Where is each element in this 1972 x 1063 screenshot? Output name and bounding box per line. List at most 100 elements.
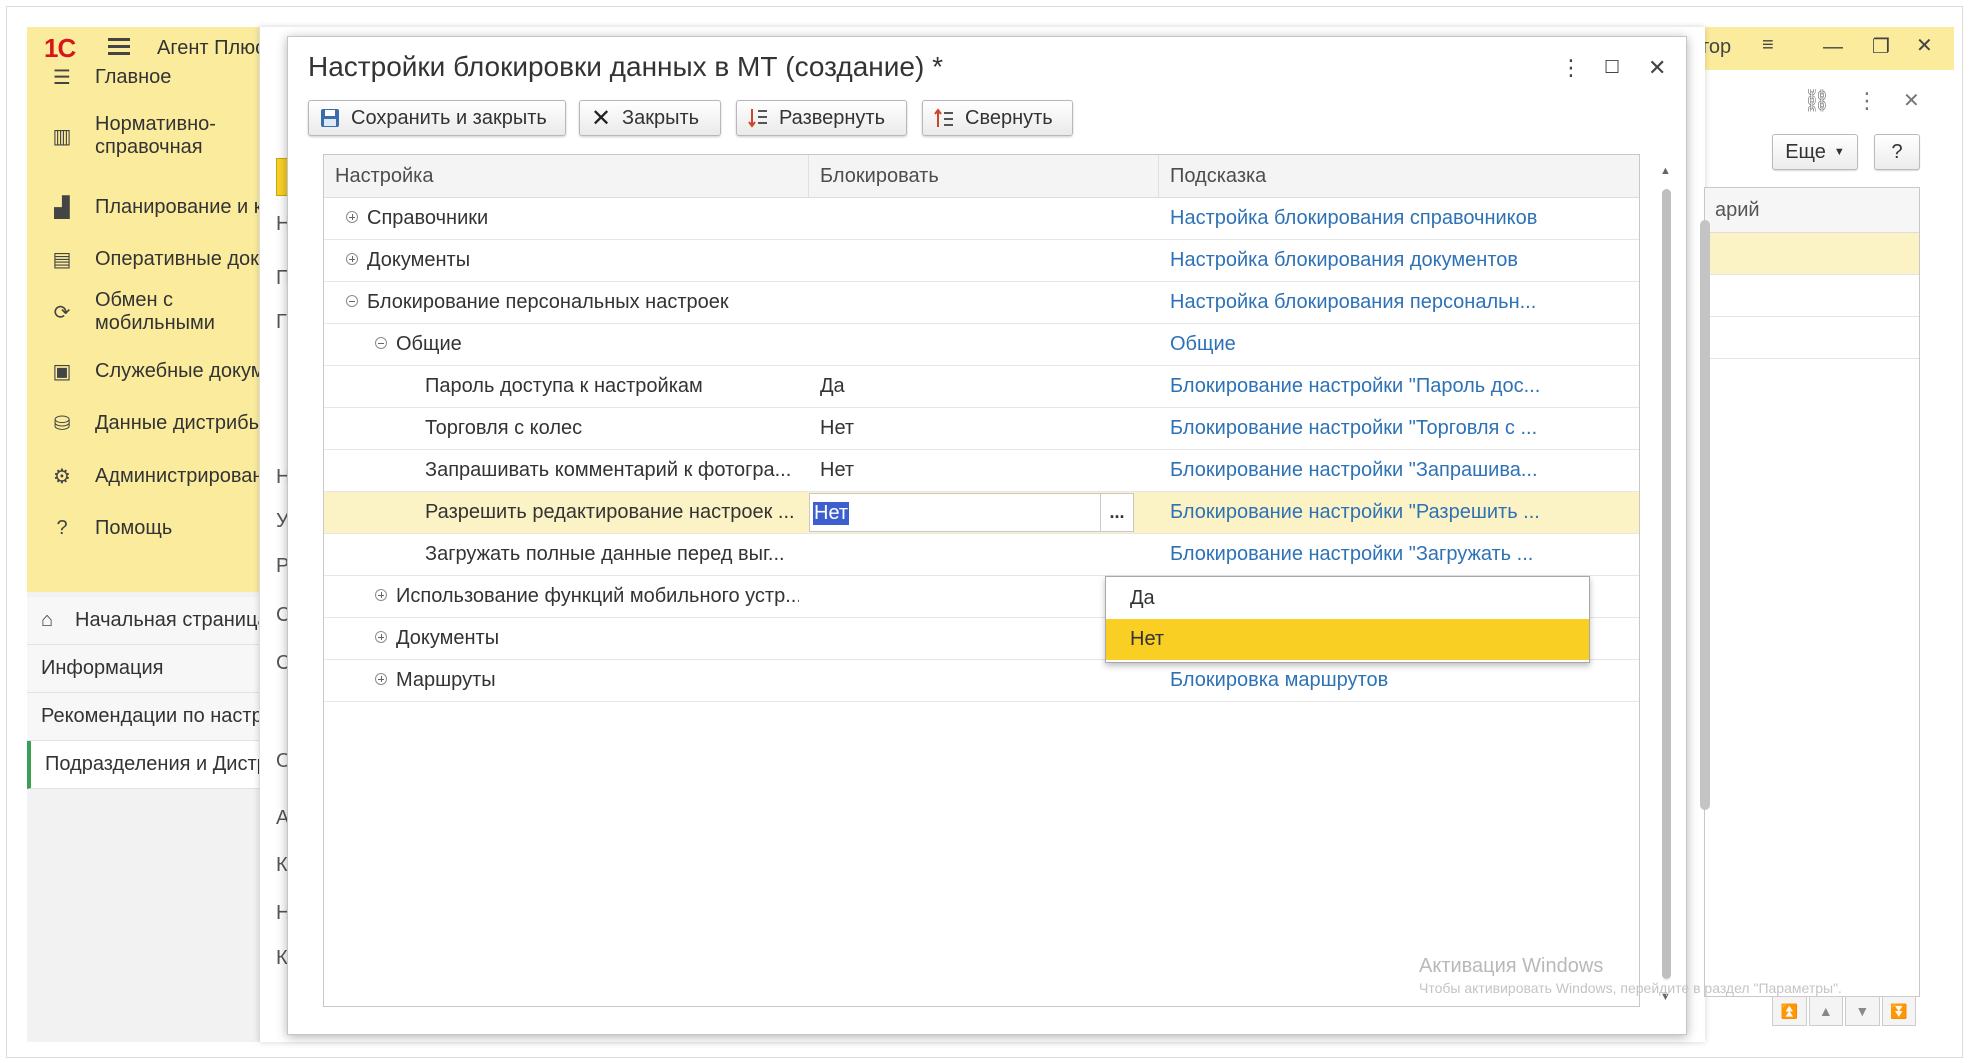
hint-link[interactable]: Блокирование настройки "Торговля с ... [1170,408,1626,449]
table-row[interactable]: Документы Настройка блокирования документ… [324,240,1639,282]
dialog-close-icon[interactable]: ✕ [1648,55,1666,81]
dialog-title: Настройки блокировки данных в МТ (создан… [308,51,943,82]
help-button[interactable]: ? [1874,134,1920,170]
expand-node-icon[interactable] [346,211,358,223]
dialog-more-icon[interactable]: ⋮ [1560,55,1582,81]
setting-name-cell: Пароль доступа к настройкам [425,375,703,397]
hint-link[interactable]: Блокирование настройки "Загружать ... [1170,534,1626,575]
settings-menu-icon[interactable]: ≡ [1762,34,1774,57]
block-value-cell[interactable]: Да [820,366,1150,407]
subnav-item-info[interactable]: Информация [27,645,259,693]
setting-name-cell: Использование функций мобильного устр... [396,585,799,607]
hint-link[interactable]: Блокирование настройки "Пароль дос... [1170,366,1626,407]
block-value-cell[interactable]: Нет [820,450,1150,491]
sidebar-item[interactable]: ▥ Нормативно-справочная информация [27,111,259,161]
block-value-editor[interactable]: Нет... [809,493,1134,532]
background-scrollbar[interactable] [1700,220,1710,810]
collapse-tree-icon [933,107,955,129]
scroll-up-icon[interactable]: ▲ [1660,165,1671,177]
subnav-item-divisions[interactable]: Подразделения и Дистрибьюторы [27,741,263,789]
setting-name-cell: Загружать полные данные перед выг... [425,543,785,565]
sidebar-item[interactable]: ☰ Главное [27,52,259,102]
restore-icon[interactable]: ❐ [1872,34,1890,59]
hint-link[interactable]: Общие [1170,324,1626,365]
table-row[interactable]: Блокирование персональных настроек Настро… [324,282,1639,324]
dropdown-option-yes[interactable]: Да [1106,578,1589,619]
sidebar-item[interactable]: ? Помощь [27,503,259,553]
hint-link[interactable]: Блокирование настройки "Разрешить ... [1170,492,1626,533]
close-button[interactable]: ✕ Закрыть [579,100,721,136]
table-row[interactable]: Маршруты Блокировка маршрутов [324,660,1639,702]
choice-button[interactable]: ... [1100,494,1133,531]
scroll-thumb[interactable] [1662,189,1671,979]
sidebar-item-label: Помощь [95,516,173,539]
table-row[interactable]: Пароль доступа к настройкам Да Блокировани… [324,366,1639,408]
table-row[interactable]: Разрешить редактирование настроек ... Нет… [324,492,1639,534]
windows-activation-title: Активация Windows [1419,955,1604,977]
column-header-setting[interactable]: Настройка [324,155,809,197]
expand-tree-icon [747,107,769,129]
expand-button[interactable]: Развернуть [736,100,907,136]
grid-scrollbar[interactable]: ▲ ▼ [1658,161,1674,1009]
next-page-icon[interactable]: ▼ [1845,996,1880,1026]
table-row[interactable]: Загружать полные данные перед выг... Блок… [324,534,1639,576]
sidebar-item[interactable]: ⚙ Администрирование [27,451,259,501]
block-value-cell[interactable]: Нет [820,408,1150,449]
link-icon[interactable]: ⛓ [1803,88,1831,114]
block-value-cell[interactable] [820,660,1150,701]
expand-node-icon[interactable] [375,631,387,643]
table-row[interactable]: Справочники Настройка блокирования справо… [324,198,1639,240]
table-row[interactable]: Общие Общие [324,324,1639,366]
block-value-cell[interactable] [820,534,1150,575]
save-close-button[interactable]: Сохранить и закрыть [308,100,566,136]
hint-link[interactable]: Настройка блокирования справочников [1170,198,1626,239]
dropdown-option-no[interactable]: Нет [1106,619,1589,660]
collapse-button[interactable]: Свернуть [922,100,1073,136]
sidebar-item[interactable]: ⟳ Обмен с мобильными устройствами [27,287,259,337]
hint-link[interactable]: Настройка блокирования документов [1170,240,1626,281]
more-button[interactable]: Еще ▼ [1772,134,1858,170]
block-value-cell[interactable] [820,198,1150,239]
column-header-hint[interactable]: Подсказка [1159,155,1639,197]
minimize-icon[interactable]: — [1823,36,1843,59]
background-field-label: К [276,947,288,969]
expand-node-icon[interactable] [375,589,387,601]
block-value-cell[interactable] [820,240,1150,281]
table-row[interactable] [1705,233,1919,275]
editor-value: Нет [813,502,850,525]
last-page-icon[interactable]: ⏬ [1881,996,1916,1026]
sidebar-item[interactable]: ▤ Оперативные документы [27,234,259,284]
table-row[interactable]: Запрашивать комментарий к фотогра... Нет Б… [324,450,1639,492]
block-value-cell[interactable] [820,576,1150,617]
setting-name-cell: Документы [367,249,471,271]
close-app-icon[interactable]: ✕ [1916,33,1933,58]
hint-link[interactable]: Блокировка маршрутов [1170,660,1626,701]
subnav-item-home[interactable]: ⌂ Начальная страница [27,597,259,645]
dialog-maximize-icon[interactable]: ☐ [1604,57,1620,78]
block-value-cell[interactable] [820,282,1150,323]
sidebar-item[interactable]: ⛁ Данные дистрибьютора [27,398,259,448]
hint-link[interactable]: Блокирование настройки "Запрашива... [1170,450,1626,491]
column-header-block[interactable]: Блокировать [809,155,1159,197]
more-actions-icon[interactable]: ⋮ [1856,88,1878,114]
table-row[interactable]: Торговля с колес Нет Блокирование настройк… [324,408,1639,450]
sidebar-item[interactable]: ▣ Служебные документы [27,346,259,396]
expand-node-icon[interactable] [346,253,358,265]
prev-page-icon[interactable]: ▲ [1808,996,1843,1026]
collapse-node-icon[interactable] [375,337,387,349]
setting-name-cell: Документы [396,627,500,649]
table-row[interactable] [1705,317,1919,359]
collapse-node-icon[interactable] [346,295,358,307]
block-value-cell[interactable] [820,618,1150,659]
setting-name-cell: Торговля с колес [425,417,583,439]
table-row[interactable] [1705,275,1919,317]
block-value-cell[interactable] [820,324,1150,365]
hint-link[interactable]: Настройка блокирования персональн... [1170,282,1626,323]
close-form-icon[interactable]: ✕ [1903,88,1920,113]
expand-node-icon[interactable] [375,673,387,685]
subnav-item-recommendations[interactable]: Рекомендации по настройке [27,693,259,741]
background-field-label: К [276,854,288,876]
first-page-icon[interactable]: ⏫ [1772,996,1807,1026]
sidebar-item[interactable]: ▟ Планирование и контроль [27,182,259,232]
setting-name-cell: Общие [396,333,462,355]
